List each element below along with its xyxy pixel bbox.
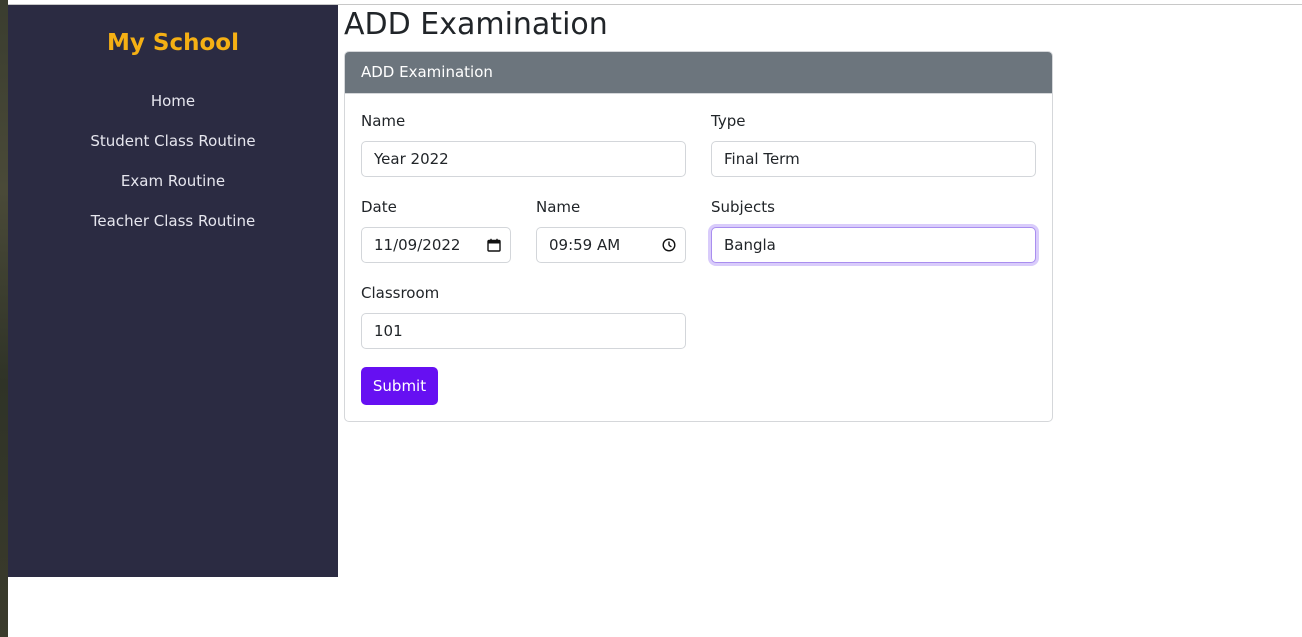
time-input-value: 09:59 AM bbox=[549, 236, 621, 254]
type-input-value: Final Term bbox=[724, 150, 800, 168]
sidebar-item-student-class-routine[interactable]: Student Class Routine bbox=[8, 129, 338, 169]
sidebar-nav: Home Student Class Routine Exam Routine … bbox=[8, 89, 338, 249]
classroom-input[interactable]: 101 bbox=[361, 313, 686, 349]
add-examination-card: ADD Examination Name Year 2022 Type Fina… bbox=[344, 51, 1053, 422]
calendar-icon[interactable] bbox=[487, 238, 501, 252]
sidebar: My School Home Student Class Routine Exa… bbox=[8, 5, 338, 577]
page-title: ADD Examination bbox=[344, 7, 608, 42]
sidebar-item-home[interactable]: Home bbox=[8, 89, 338, 129]
type-label: Type bbox=[711, 112, 746, 130]
subjects-input[interactable]: Bangla bbox=[711, 227, 1036, 263]
submit-button[interactable]: Submit bbox=[361, 367, 438, 405]
subjects-input-value: Bangla bbox=[724, 236, 776, 254]
date-label: Date bbox=[361, 198, 397, 216]
sidebar-item-exam-routine[interactable]: Exam Routine bbox=[8, 169, 338, 209]
desktop-background bbox=[0, 0, 8, 637]
brand-logo-text[interactable]: My School bbox=[8, 30, 338, 56]
date-input-value: 11/09/2022 bbox=[374, 236, 461, 254]
time-label: Name bbox=[536, 198, 581, 216]
date-input[interactable]: 11/09/2022 bbox=[361, 227, 511, 263]
time-input[interactable]: 09:59 AM bbox=[536, 227, 686, 263]
subjects-label: Subjects bbox=[711, 198, 775, 216]
name-label: Name bbox=[361, 112, 406, 130]
clock-icon[interactable] bbox=[662, 238, 676, 252]
type-input[interactable]: Final Term bbox=[711, 141, 1036, 177]
card-header: ADD Examination bbox=[345, 52, 1052, 94]
classroom-label: Classroom bbox=[361, 284, 440, 302]
name-input[interactable]: Year 2022 bbox=[361, 141, 686, 177]
classroom-input-value: 101 bbox=[374, 322, 403, 340]
sidebar-item-teacher-class-routine[interactable]: Teacher Class Routine bbox=[8, 209, 338, 249]
name-input-value: Year 2022 bbox=[374, 150, 449, 168]
